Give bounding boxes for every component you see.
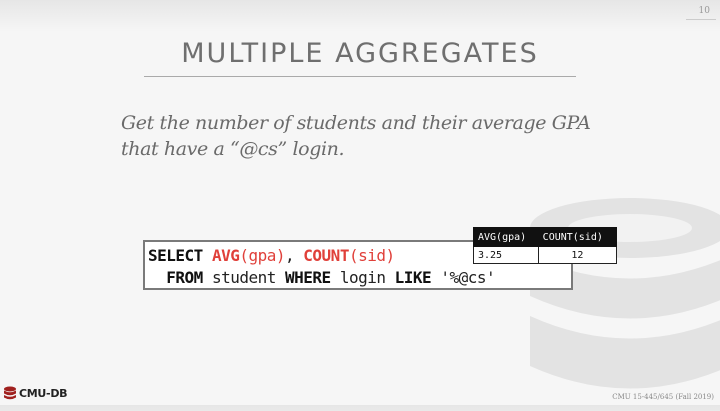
- sql-like-keyword: LIKE: [394, 268, 432, 287]
- slide-title: MULTIPLE AGGREGATES: [181, 38, 539, 69]
- question-text: Get the number of students and their ave…: [121, 112, 591, 160]
- sql-column-name: login: [339, 268, 386, 287]
- result-row: 3.25 12: [473, 246, 618, 264]
- slide-number-underline: [686, 19, 716, 20]
- slide-number: 10: [698, 6, 710, 16]
- sql-where-keyword: WHERE: [285, 268, 331, 287]
- database-logo-icon: [4, 386, 16, 400]
- title-divider: [144, 76, 576, 77]
- result-header-avg: AVG(gpa): [473, 227, 539, 247]
- sql-select-keyword: SELECT: [148, 246, 203, 265]
- result-cell-count: 12: [537, 246, 618, 264]
- sql-count-argument: (sid): [348, 246, 395, 265]
- logo: CMU-DB: [3, 386, 68, 400]
- result-table: AVG(gpa) COUNT(sid) 3.25 12: [473, 227, 618, 264]
- sql-avg-argument: (gpa): [239, 246, 286, 265]
- sql-line-1: SELECT AVG(gpa), COUNT(sid): [148, 246, 395, 265]
- logo-text: CMU-DB: [19, 386, 68, 400]
- result-cell-avg: 3.25: [473, 246, 539, 264]
- result-header-count: COUNT(sid): [537, 227, 618, 247]
- sql-comma: ,: [285, 246, 304, 265]
- sql-count-function: COUNT: [303, 246, 349, 265]
- sql-line-2: FROM student WHERE login LIKE '%@cs': [148, 268, 495, 287]
- sql-avg-function: AVG: [211, 246, 240, 265]
- sql-table-name: student: [211, 268, 276, 287]
- sql-from-keyword: FROM: [166, 268, 203, 287]
- course-footer: CMU 15-445/645 (Fall 2019): [612, 393, 714, 401]
- sql-pattern: '%@cs': [440, 268, 496, 287]
- result-header-row: AVG(gpa) COUNT(sid): [473, 227, 618, 247]
